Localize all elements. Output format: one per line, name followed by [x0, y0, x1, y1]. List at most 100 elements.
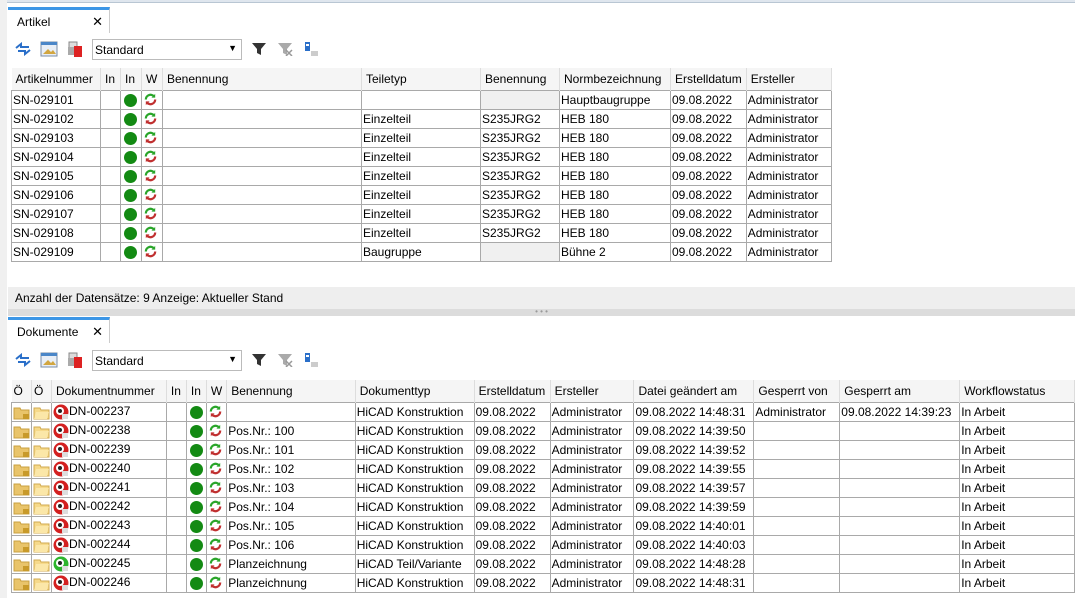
column-header[interactable]: Dokumentnummer	[51, 380, 167, 402]
view-select[interactable]: Standard ▼	[92, 38, 242, 60]
status-cell	[185, 572, 207, 593]
column-header[interactable]: Benennung	[226, 380, 356, 402]
column-header[interactable]: Ö	[31, 380, 52, 402]
table-row[interactable]: SN-029105 Einzelteil S235JRG2 HEB 180 09.08.…	[11, 165, 832, 186]
table-row[interactable]: DN-002240 Pos.Nr.: 102 HiCAD Konstruktion 0…	[11, 458, 1075, 479]
folder-open-icon[interactable]	[33, 558, 50, 572]
column-header[interactable]: Dokumenttyp	[355, 380, 475, 402]
view-select[interactable]: Standard ▼	[92, 349, 242, 371]
folder-open-icon[interactable]	[33, 425, 50, 439]
column-header[interactable]: Ersteller	[550, 380, 635, 402]
workflow-cycle-icon	[208, 423, 223, 438]
image-icon[interactable]	[38, 350, 60, 370]
folder-lock-icon[interactable]	[13, 520, 30, 534]
filter-icon[interactable]	[248, 39, 270, 59]
table-row[interactable]: DN-002244 Pos.Nr.: 106 HiCAD Konstruktion 0…	[11, 534, 1075, 555]
column-header[interactable]: Benennung	[162, 68, 362, 90]
artikelnummer-cell: SN-029102	[11, 108, 101, 129]
benennung-cell	[226, 401, 356, 422]
column-header[interactable]: Erstelldatum	[474, 380, 551, 402]
table-row[interactable]: SN-029104 Einzelteil S235JRG2 HEB 180 09.08.…	[11, 146, 832, 167]
gesperrt-am-cell	[839, 458, 961, 479]
column-header[interactable]: Gesperrt von	[753, 380, 841, 402]
open-cell	[31, 572, 52, 593]
folder-lock-icon[interactable]	[13, 463, 30, 477]
table-row[interactable]: SN-029108 Einzelteil S235JRG2 HEB 180 09.08.…	[11, 222, 832, 243]
status-cell	[120, 127, 142, 148]
column-header[interactable]: Datei geändert am	[633, 380, 755, 402]
column-header[interactable]: W	[141, 68, 163, 90]
print-icon[interactable]	[64, 39, 86, 59]
folder-open-icon[interactable]	[33, 482, 50, 496]
column-header[interactable]: In	[186, 380, 207, 402]
workflowstatus-cell: In Arbeit	[959, 572, 1075, 593]
in-cell	[165, 420, 187, 441]
folder-lock-icon[interactable]	[13, 425, 30, 439]
close-icon[interactable]: ✕	[92, 324, 103, 340]
folder-open-icon[interactable]	[33, 501, 50, 515]
datei-geaendert-cell: 09.08.2022 14:48:31	[633, 572, 755, 593]
table-row[interactable]: SN-029101 Hauptbaugruppe 09.08.2022 Adminis…	[11, 89, 832, 110]
table-row[interactable]: SN-029106 Einzelteil S235JRG2 HEB 180 09.08.…	[11, 184, 832, 205]
tab-dokumente[interactable]: Dokumente ✕	[8, 317, 110, 343]
in-cell	[100, 146, 121, 167]
clear-filter-icon[interactable]	[274, 350, 296, 370]
folder-lock-icon[interactable]	[13, 444, 30, 458]
table-row[interactable]: DN-002239 Pos.Nr.: 101 HiCAD Konstruktion 0…	[11, 439, 1075, 460]
table-row[interactable]: SN-029103 Einzelteil S235JRG2 HEB 180 09.08.…	[11, 127, 832, 148]
folder-open-icon[interactable]	[33, 463, 50, 477]
print-icon[interactable]	[64, 350, 86, 370]
folder-lock-icon[interactable]	[13, 482, 30, 496]
folder-lock-icon[interactable]	[13, 577, 30, 591]
table-row[interactable]: DN-002245 Planzeichnung HiCAD Teil/Variant…	[11, 553, 1075, 574]
folder-open-icon[interactable]	[33, 520, 50, 534]
table-row[interactable]: DN-002246 Planzeichnung HiCAD Konstruktion…	[11, 572, 1075, 593]
close-icon[interactable]: ✕	[92, 14, 103, 30]
column-header[interactable]: W	[206, 380, 228, 402]
table-row[interactable]: DN-002243 Pos.Nr.: 105 HiCAD Konstruktion 0…	[11, 515, 1075, 536]
table-row[interactable]: SN-029102 Einzelteil S235JRG2 HEB 180 09.08.…	[11, 108, 832, 129]
table-row[interactable]: DN-002237 HiCAD Konstruktion 09.08.2022 Adm…	[11, 401, 1075, 422]
tab-artikel[interactable]: Artikel ✕	[8, 7, 110, 33]
clear-filter-icon[interactable]	[274, 39, 296, 59]
folder-lock-icon[interactable]	[13, 539, 30, 553]
folder-lock-icon[interactable]	[13, 406, 30, 420]
gesperrt-am-cell	[839, 477, 961, 498]
folder-open-icon[interactable]	[33, 444, 50, 458]
column-header[interactable]: In	[100, 68, 121, 90]
panel-splitter[interactable]: • • •	[8, 308, 1075, 316]
table-row[interactable]: DN-002238 Pos.Nr.: 100 HiCAD Konstruktion 0…	[11, 420, 1075, 441]
table-row[interactable]: DN-002241 Pos.Nr.: 103 HiCAD Konstruktion 0…	[11, 477, 1075, 498]
image-icon[interactable]	[38, 39, 60, 59]
ersteller-cell: Administrator	[745, 241, 832, 262]
column-header[interactable]: Artikelnummer	[11, 68, 101, 90]
workflow-cycle-icon	[208, 575, 223, 590]
ersteller-cell: Administrator	[549, 515, 635, 536]
folder-lock-icon[interactable]	[13, 558, 30, 572]
folder-lock-icon[interactable]	[13, 501, 30, 515]
table-row[interactable]: SN-029107 Einzelteil S235JRG2 HEB 180 09.08.…	[11, 203, 832, 224]
table-row[interactable]: SN-029109 Baugruppe Bühne 2 09.08.2022 Admin…	[11, 241, 832, 262]
column-header[interactable]: Workflowstatus	[959, 380, 1075, 402]
in-cell	[165, 572, 187, 593]
column-header[interactable]: Erstelldatum	[670, 68, 747, 90]
column-header[interactable]: Benennung	[480, 68, 560, 90]
folder-open-icon[interactable]	[33, 577, 50, 591]
column-header[interactable]: In	[120, 68, 142, 90]
column-header[interactable]: Ö	[11, 380, 32, 402]
workflow-cycle-icon	[143, 130, 158, 145]
refresh-icon[interactable]	[12, 350, 34, 370]
columns-icon[interactable]	[300, 350, 322, 370]
table-row[interactable]: DN-002242 Pos.Nr.: 104 HiCAD Konstruktion 0…	[11, 496, 1075, 517]
column-header[interactable]: Normbezeichnung	[559, 68, 671, 90]
folder-open-icon[interactable]	[33, 406, 50, 420]
refresh-icon[interactable]	[12, 39, 34, 59]
folder-open-icon[interactable]	[33, 539, 50, 553]
column-header[interactable]: Ersteller	[746, 68, 832, 90]
column-header[interactable]: Gesperrt am	[839, 380, 961, 402]
status-cell	[120, 241, 142, 262]
columns-icon[interactable]	[300, 39, 322, 59]
filter-icon[interactable]	[248, 350, 270, 370]
column-header[interactable]: In	[166, 380, 187, 402]
column-header[interactable]: Teiletyp	[361, 68, 481, 90]
